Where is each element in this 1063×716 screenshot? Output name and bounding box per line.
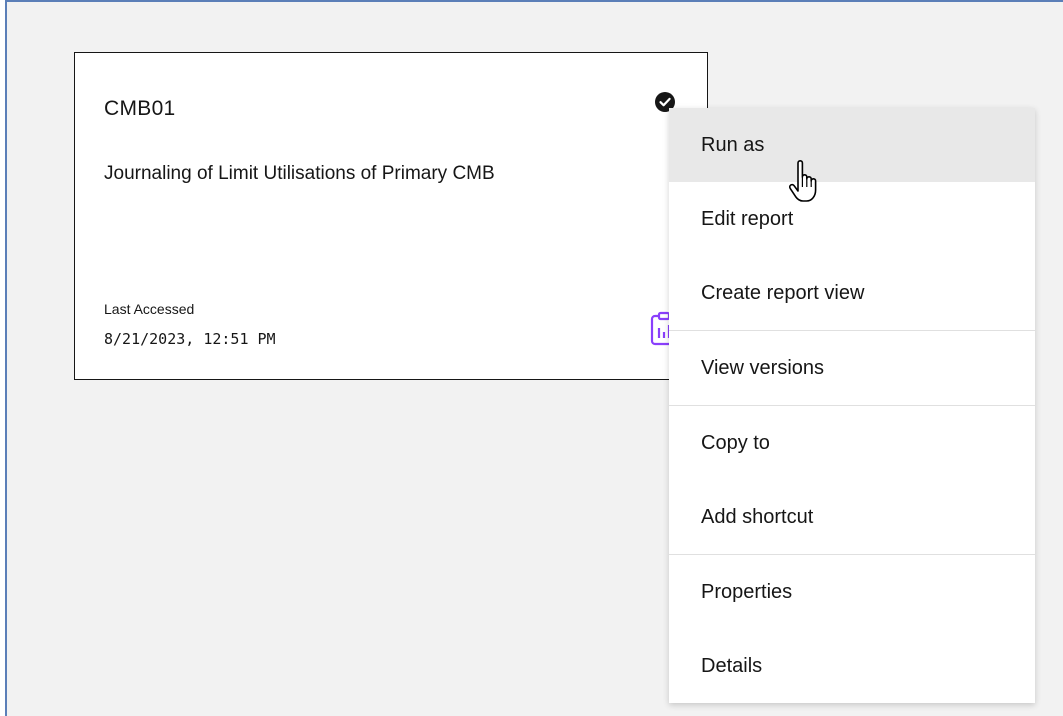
report-title: CMB01: [104, 97, 176, 120]
menu-item-view-versions[interactable]: View versions: [669, 331, 1035, 405]
report-tile[interactable]: CMB01 Journaling of Limit Utilisations o…: [74, 52, 708, 380]
last-accessed-value: 8/21/2023, 12:51 PM: [104, 330, 276, 348]
menu-item-add-shortcut[interactable]: Add shortcut: [669, 480, 1035, 554]
report-description: Journaling of Limit Utilisations of Prim…: [104, 163, 495, 184]
menu-item-run-as[interactable]: Run as: [669, 108, 1035, 182]
menu-item-details[interactable]: Details: [669, 629, 1035, 703]
last-accessed-label: Last Accessed: [104, 301, 195, 317]
context-menu: Run as Edit report Create report view Vi…: [669, 108, 1035, 703]
menu-item-edit-report[interactable]: Edit report: [669, 182, 1035, 256]
menu-item-copy-to[interactable]: Copy to: [669, 406, 1035, 480]
menu-item-create-report-view[interactable]: Create report view: [669, 256, 1035, 330]
menu-item-properties[interactable]: Properties: [669, 555, 1035, 629]
